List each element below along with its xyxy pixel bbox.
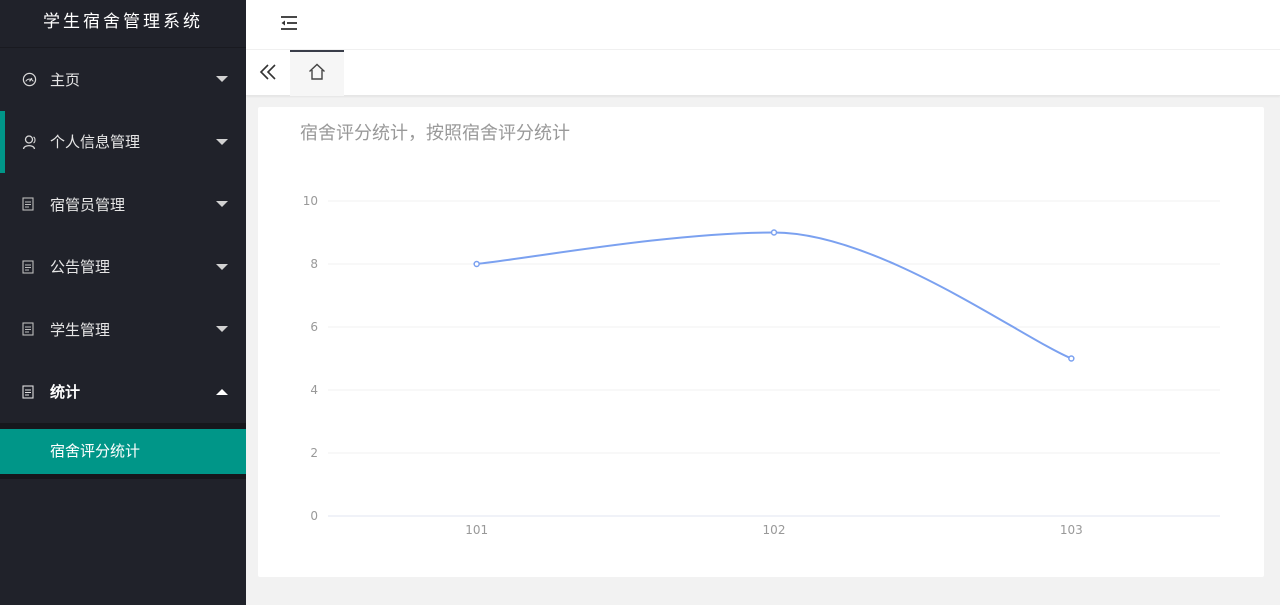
line-chart: 0 2 4 6 8 10 101 102 103 bbox=[303, 194, 1220, 537]
y-tick-label: 10 bbox=[303, 194, 318, 208]
home-icon bbox=[307, 62, 327, 86]
caret-down-icon bbox=[216, 201, 228, 208]
submenu-item-dorm-score-stats[interactable]: 宿舍评分统计 bbox=[0, 429, 246, 474]
y-tick-label: 4 bbox=[310, 383, 318, 397]
file-icon bbox=[22, 322, 42, 336]
data-point bbox=[770, 229, 778, 236]
caret-down-icon bbox=[216, 263, 228, 270]
caret-down-icon bbox=[216, 326, 228, 333]
sidebar-menu: 主页 个人信息管理 宿管员管理 公告管理 学生管理 统计 宿舍评分统计 bbox=[0, 48, 246, 479]
x-tick-label: 103 bbox=[1060, 523, 1083, 537]
tabs-bar bbox=[246, 50, 1280, 96]
sidebar-item-label: 主页 bbox=[50, 70, 81, 89]
sidebar-item-label: 宿管员管理 bbox=[50, 195, 126, 214]
top-header bbox=[246, 0, 1280, 50]
y-tick-label: 8 bbox=[310, 257, 318, 271]
x-tick-label: 101 bbox=[465, 523, 488, 537]
data-point bbox=[1068, 355, 1075, 362]
sidebar-item-label: 公告管理 bbox=[50, 258, 111, 277]
y-tick-label: 2 bbox=[310, 446, 318, 460]
y-tick-label: 6 bbox=[310, 320, 318, 334]
sidebar-item-label: 个人信息管理 bbox=[50, 133, 141, 152]
sidebar-item-home[interactable]: 主页 bbox=[0, 48, 246, 111]
user-icon bbox=[22, 134, 42, 150]
sidebar-item-profile[interactable]: 个人信息管理 bbox=[0, 110, 246, 174]
sidebar-item-student[interactable]: 学生管理 bbox=[0, 298, 246, 361]
double-chevron-left-icon[interactable] bbox=[258, 60, 278, 84]
statistics-submenu: 宿舍评分统计 bbox=[0, 423, 246, 479]
sidebar-item-statistics[interactable]: 统计 bbox=[0, 361, 246, 424]
x-tick-label: 102 bbox=[763, 523, 786, 537]
caret-down-icon bbox=[216, 138, 228, 145]
file-icon bbox=[22, 385, 42, 399]
y-tick-label: 0 bbox=[310, 509, 318, 523]
file-icon bbox=[22, 260, 42, 274]
caret-up-icon bbox=[216, 388, 228, 395]
tab-home[interactable] bbox=[290, 50, 344, 96]
indent-icon[interactable] bbox=[279, 13, 299, 33]
sidebar-item-announcement[interactable]: 公告管理 bbox=[0, 236, 246, 299]
chart-card: 宿舍评分统计，按照宿舍评分统计 0 2 4 6 8 10 101 102 103 bbox=[258, 107, 1264, 577]
app-title: 学生宿舍管理系统 bbox=[0, 0, 246, 48]
sidebar-item-label: 学生管理 bbox=[50, 320, 111, 339]
data-point bbox=[473, 260, 480, 268]
series-line bbox=[476, 231, 1072, 360]
sidebar-item-dorm-manager[interactable]: 宿管员管理 bbox=[0, 173, 246, 236]
sidebar: 学生宿舍管理系统 主页 个人信息管理 宿管员管理 公告管理 学生管理 统计 宿舍… bbox=[0, 0, 246, 605]
sidebar-item-label: 统计 bbox=[50, 383, 81, 402]
caret-down-icon bbox=[216, 76, 228, 83]
dashboard-icon bbox=[22, 72, 42, 87]
file-icon bbox=[22, 197, 42, 211]
